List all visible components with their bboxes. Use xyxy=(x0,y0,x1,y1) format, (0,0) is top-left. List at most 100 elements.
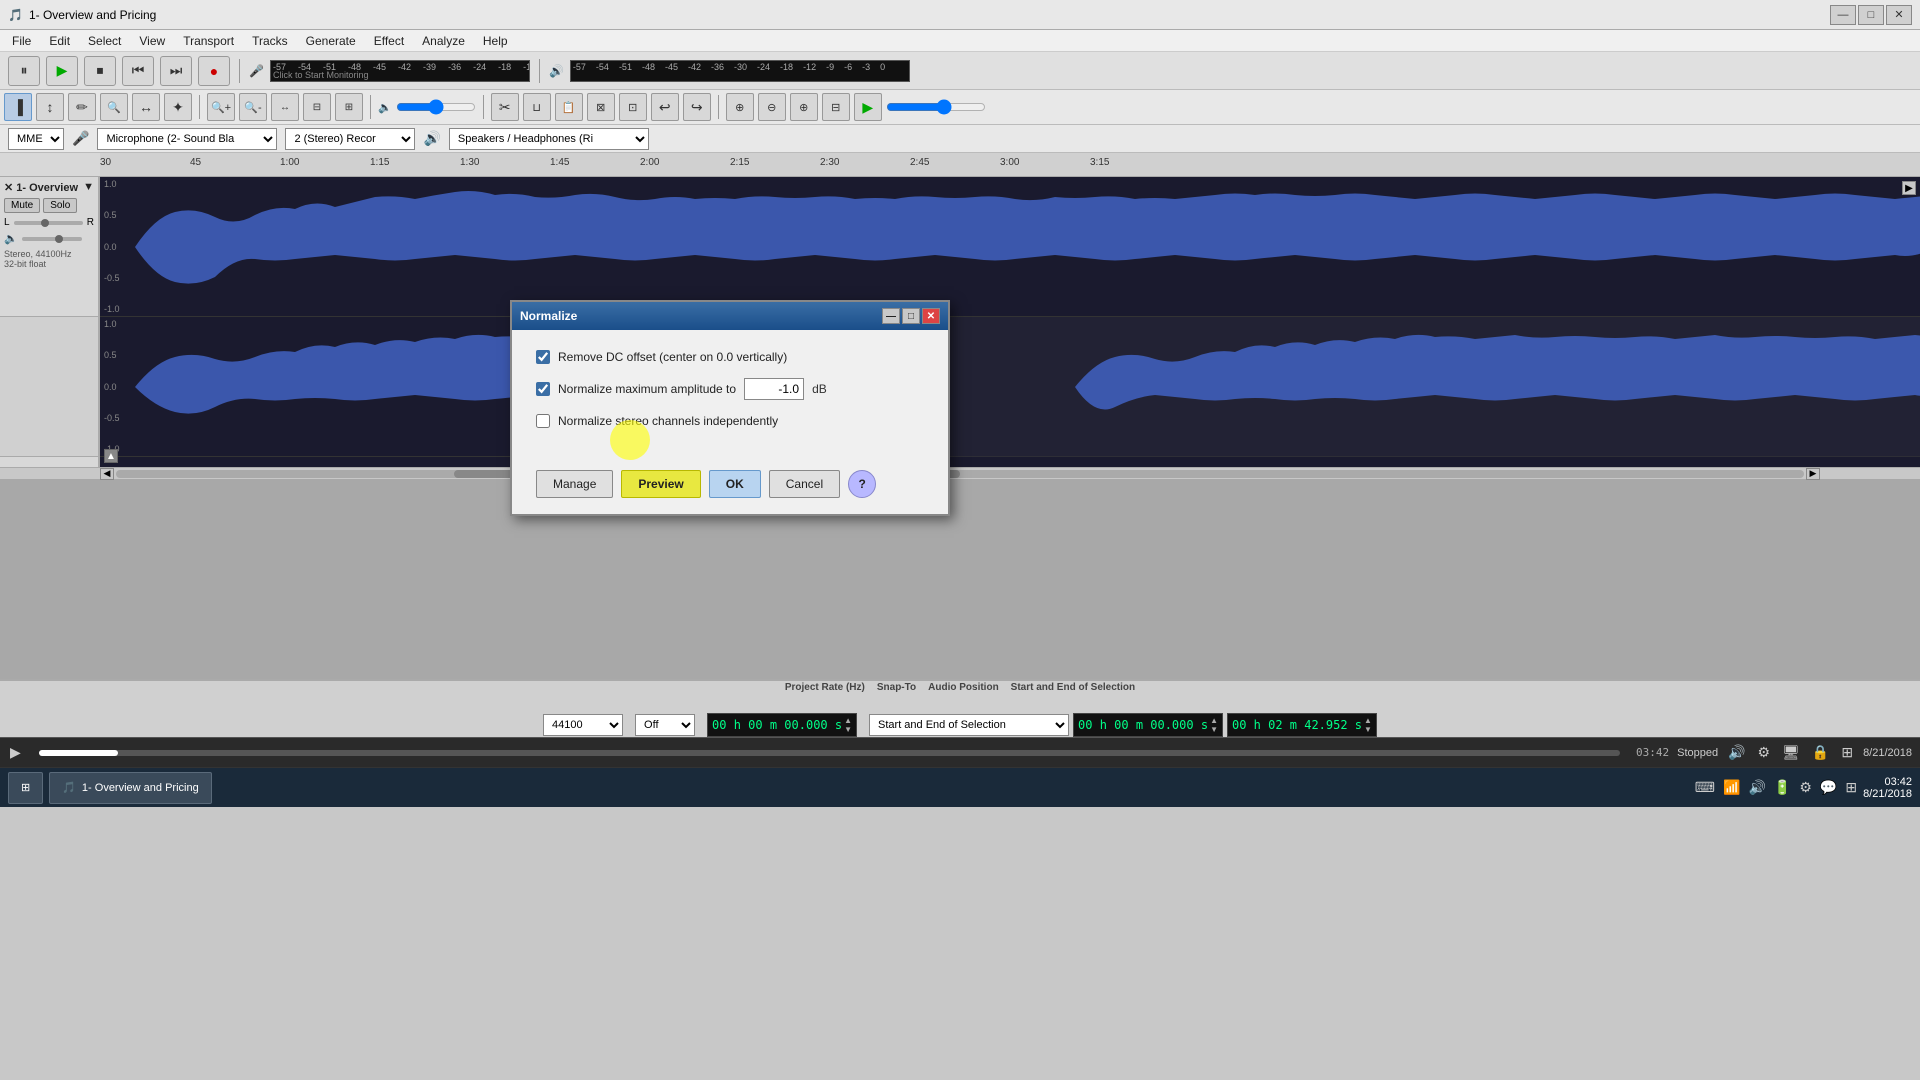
settings-icon[interactable]: ⚙ xyxy=(1756,742,1773,763)
open-app-btn[interactable]: 🎵 1- Overview and Pricing xyxy=(49,772,211,804)
track1-arrow-icon[interactable]: ▼ xyxy=(83,181,94,193)
progress-bar[interactable] xyxy=(39,750,1620,756)
skip-back-btn[interactable]: ⏮ xyxy=(122,56,154,86)
stop-btn[interactable]: ⏹ xyxy=(84,56,116,86)
waveform-scrollbar[interactable]: ◀ ▶ xyxy=(0,467,1920,479)
menu-edit[interactable]: Edit xyxy=(41,32,78,50)
sel-start-spinners[interactable]: ▲ ▼ xyxy=(1210,716,1218,734)
gain-slider[interactable] xyxy=(396,101,476,113)
waveform-area[interactable]: 1.0 0.5 0.0 -0.5 -1.0 xyxy=(100,177,1920,467)
loop-play-btn[interactable]: ▶ xyxy=(854,93,882,121)
play-btn[interactable]: ▶ xyxy=(46,56,78,86)
project-rate-select[interactable]: 44100 xyxy=(543,714,623,736)
paste-btn[interactable]: 📋 xyxy=(555,93,583,121)
sel-end-up[interactable]: ▲ xyxy=(1364,716,1372,725)
zoom-fit2-btn[interactable]: ⊟ xyxy=(822,93,850,121)
tray-keyboard-icon[interactable]: ⌨ xyxy=(1695,779,1715,796)
multi-tool-btn[interactable]: ✦ xyxy=(164,93,192,121)
cancel-btn[interactable]: Cancel xyxy=(769,470,840,498)
menu-analyze[interactable]: Analyze xyxy=(414,32,473,50)
channels-select[interactable]: 2 (Stereo) Recor xyxy=(285,128,415,150)
draw-tool-btn[interactable]: ✏ xyxy=(68,93,96,121)
help-btn[interactable]: ? xyxy=(848,470,876,498)
audio-pos-spinners[interactable]: ▲ ▼ xyxy=(844,716,852,734)
audio-pos-up[interactable]: ▲ xyxy=(844,716,852,725)
playback-play-btn[interactable]: ▶ xyxy=(8,742,23,763)
snap-to-select[interactable]: Off xyxy=(635,714,695,736)
menu-generate[interactable]: Generate xyxy=(298,32,364,50)
manage-btn[interactable]: Manage xyxy=(536,470,613,498)
normalize-amp-input[interactable] xyxy=(744,378,804,400)
maximize-btn[interactable]: □ xyxy=(1858,5,1884,25)
tray-battery-icon[interactable]: 🔋 xyxy=(1774,779,1791,796)
scroll-track[interactable] xyxy=(116,470,1804,478)
zoom-fit-btn[interactable]: ⊟ xyxy=(303,93,331,121)
tray-settings-icon[interactable]: ⚙ xyxy=(1799,779,1812,796)
trim-btn[interactable]: ⊠ xyxy=(587,93,615,121)
volume-icon[interactable]: 🔊 xyxy=(1726,742,1747,763)
stereo-channels-checkbox[interactable] xyxy=(536,414,550,428)
microphone-select[interactable]: Microphone (2- Sound Bla xyxy=(97,128,277,150)
sel-end-down[interactable]: ▼ xyxy=(1364,725,1372,734)
menu-file[interactable]: File xyxy=(4,32,39,50)
track1-solo-btn[interactable]: Solo xyxy=(43,198,77,213)
envelope-tool-btn[interactable]: ↕ xyxy=(36,93,64,121)
dialog-minimize-btn[interactable]: — xyxy=(882,308,900,324)
copy-btn[interactable]: ⊔ xyxy=(523,93,551,121)
zoom-in-btn[interactable]: 🔍+ xyxy=(207,93,235,121)
zoom-in2-btn[interactable]: ⊕ xyxy=(726,93,754,121)
menu-effect[interactable]: Effect xyxy=(366,32,412,50)
menu-tracks[interactable]: Tracks xyxy=(244,32,296,50)
preview-btn[interactable]: Preview xyxy=(621,470,700,498)
scroll-left-btn[interactable]: ◀ xyxy=(100,468,114,480)
track1-close-icon[interactable]: ✕ xyxy=(4,182,13,194)
layout-icon[interactable]: ⊞ xyxy=(1839,742,1855,763)
start-btn[interactable]: ⊞ xyxy=(8,772,43,804)
screen-icon[interactable]: 🖥 xyxy=(1780,742,1802,763)
record-btn[interactable]: ● xyxy=(198,56,230,86)
sel-end-spinners[interactable]: ▲ ▼ xyxy=(1364,716,1372,734)
undo-btn[interactable]: ↩ xyxy=(651,93,679,121)
cut-btn[interactable]: ✂ xyxy=(491,93,519,121)
timeshift-tool-btn[interactable]: ↔ xyxy=(132,93,160,121)
menu-help[interactable]: Help xyxy=(475,32,516,50)
zoom-out2-btn[interactable]: ⊖ xyxy=(758,93,786,121)
tray-share-icon[interactable]: ⊞ xyxy=(1845,779,1857,796)
tray-volume-icon[interactable]: 🔊 xyxy=(1748,779,1765,796)
waveform-scroll-right[interactable]: ▶ xyxy=(1902,181,1916,195)
lock-icon[interactable]: 🔒 xyxy=(1810,742,1831,763)
audio-host-select[interactable]: MME xyxy=(8,128,64,150)
tray-network-icon[interactable]: 📶 xyxy=(1723,779,1740,796)
track-expand-btn[interactable]: ▲ xyxy=(104,449,118,463)
sel-start-up[interactable]: ▲ xyxy=(1210,716,1218,725)
normalize-amp-checkbox[interactable] xyxy=(536,382,550,396)
selection-type-select[interactable]: Start and End of Selection xyxy=(869,714,1069,736)
menu-transport[interactable]: Transport xyxy=(175,32,242,50)
scroll-right-btn[interactable]: ▶ xyxy=(1806,468,1820,480)
speaker-select[interactable]: Speakers / Headphones (Ri xyxy=(449,128,649,150)
zoom-fit-vert-btn[interactable]: ⊞ xyxy=(335,93,363,121)
redo-btn[interactable]: ↪ xyxy=(683,93,711,121)
ok-btn[interactable]: OK xyxy=(709,470,761,498)
track1-vol-slider[interactable] xyxy=(22,237,82,241)
zoom-sel-btn[interactable]: ↔ xyxy=(271,93,299,121)
track1-mute-btn[interactable]: Mute xyxy=(4,198,40,213)
pause-btn[interactable]: ⏸ xyxy=(8,56,40,86)
sel-start-down[interactable]: ▼ xyxy=(1210,725,1218,734)
zoom-tool-btn[interactable]: 🔍 xyxy=(100,93,128,121)
dialog-close-btn[interactable]: ✕ xyxy=(922,308,940,324)
track1-gain-slider[interactable] xyxy=(14,221,83,225)
minimize-btn[interactable]: — xyxy=(1830,5,1856,25)
audio-pos-down[interactable]: ▼ xyxy=(844,725,852,734)
dc-offset-checkbox[interactable] xyxy=(536,350,550,364)
skip-fwd-btn[interactable]: ⏭ xyxy=(160,56,192,86)
close-btn[interactable]: ✕ xyxy=(1886,5,1912,25)
zoom-out-btn[interactable]: 🔍- xyxy=(239,93,267,121)
dialog-maximize-btn[interactable]: □ xyxy=(902,308,920,324)
menu-select[interactable]: Select xyxy=(80,32,129,50)
zoom-sel2-btn[interactable]: ⊕ xyxy=(790,93,818,121)
tray-msg-icon[interactable]: 💬 xyxy=(1820,779,1837,796)
menu-view[interactable]: View xyxy=(131,32,173,50)
selection-tool-btn[interactable]: ▐ xyxy=(4,93,32,121)
playback-speed-slider[interactable] xyxy=(886,101,986,113)
